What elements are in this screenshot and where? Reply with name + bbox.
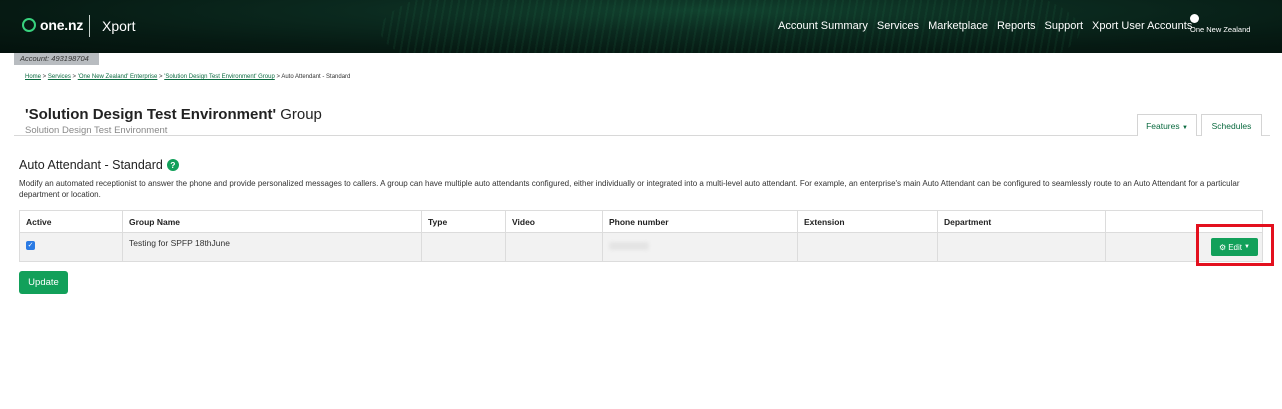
nav-reports[interactable]: Reports [997,20,1036,32]
breadcrumb: Home > Services > 'One New Zealand' Ente… [25,74,351,80]
cell-video [505,232,603,262]
title-divider [14,135,1270,136]
breadcrumb-home[interactable]: Home [25,74,41,80]
cell-type [421,232,506,262]
user-label: One New Zealand [1190,25,1251,34]
col-video[interactable]: Video [505,210,603,233]
nav-services[interactable]: Services [877,20,919,32]
page-title: 'Solution Design Test Environment' Group [25,106,322,123]
highlight-box [1196,224,1274,266]
product-name: Xport [102,18,136,34]
col-department[interactable]: Department [937,210,1106,233]
breadcrumb-enterprise[interactable]: 'One New Zealand' Enterprise [78,74,158,80]
breadcrumb-services[interactable]: Services [48,74,71,80]
auto-attendant-table: Active Group Name Type Video Phone numbe… [19,210,1263,262]
top-header: one.nz Xport Account Summary Services Ma… [0,0,1282,53]
active-checkbox[interactable]: ✓ [26,240,35,250]
phone-redacted [609,242,649,250]
col-active[interactable]: Active [19,210,123,233]
breadcrumb-current: Auto Attendant - Standard [281,74,351,80]
logo-ring-icon [22,18,36,32]
logo-text: one.nz [40,17,84,33]
table-header-row: Active Group Name Type Video Phone numbe… [19,210,1263,233]
col-group-name[interactable]: Group Name [122,210,422,233]
one-nz-logo[interactable]: one.nz [22,17,83,33]
col-extension[interactable]: Extension [797,210,938,233]
col-type[interactable]: Type [421,210,506,233]
schedules-button[interactable]: Schedules [1201,114,1262,136]
nav-support[interactable]: Support [1045,20,1084,32]
cell-department [937,232,1106,262]
section-description: Modify an automated receptionist to answ… [19,179,1240,199]
nav-xport-user-accounts[interactable]: Xport User Accounts [1092,20,1192,32]
col-phone-number[interactable]: Phone number [602,210,798,233]
user-menu[interactable]: One New Zealand [1190,14,1256,34]
account-number: Account: 493198704 [14,53,99,65]
user-icon [1190,14,1199,23]
cell-phone [602,232,798,262]
table-row: ✓ Testing for SPFP 18thJune [19,232,1263,262]
breadcrumb-group[interactable]: 'Solution Design Test Environment' Group [164,74,275,80]
features-dropdown[interactable]: Features ▼ [1137,114,1197,136]
help-icon[interactable]: ? [166,159,179,171]
cell-extension [797,232,938,262]
header-divider [89,15,90,37]
section-title: Auto Attendant - Standard ? [19,158,179,172]
cell-group-name: Testing for SPFP 18thJune [122,232,422,262]
caret-down-icon: ▼ [1181,125,1188,131]
main-nav: Account Summary Services Marketplace Rep… [778,20,1201,32]
update-button[interactable]: Update [19,271,68,294]
nav-marketplace[interactable]: Marketplace [928,20,988,32]
nav-account-summary[interactable]: Account Summary [778,20,868,32]
cell-active: ✓ [19,232,123,262]
